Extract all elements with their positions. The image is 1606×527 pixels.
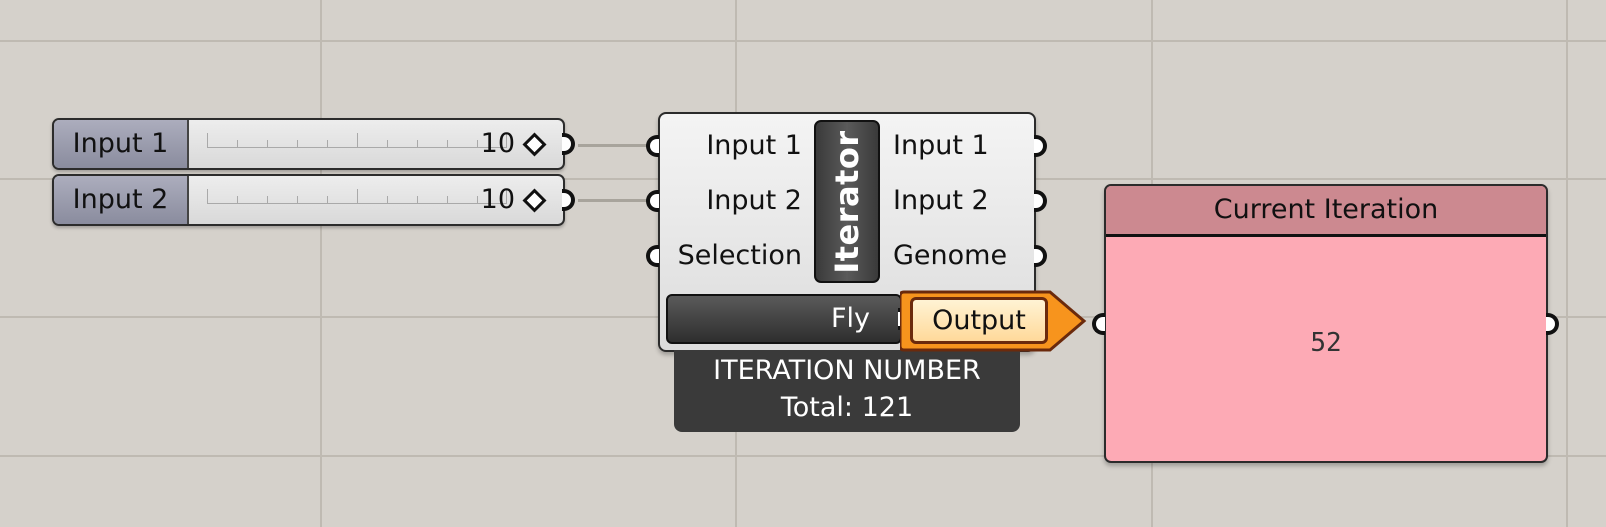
input-label-input-2: Input 2 xyxy=(706,185,802,216)
number-slider-input-2[interactable]: Input 2 10 xyxy=(52,174,575,226)
slider-value: 10 xyxy=(480,184,515,215)
caption-line-2: Total: 121 xyxy=(780,392,914,423)
grasshopper-canvas[interactable]: Input 1 10 Input 2 10 Input 1 Input 2 Se… xyxy=(0,0,1606,527)
output-label-input-2: Input 2 xyxy=(893,185,989,216)
slider-track[interactable] xyxy=(207,187,507,204)
input-label-input-1: Input 1 xyxy=(706,130,802,161)
grid-line xyxy=(320,0,322,527)
wire-input-2[interactable] xyxy=(578,199,654,202)
output-tag-label: Output xyxy=(910,297,1048,344)
output-port-input-1[interactable] xyxy=(1034,135,1047,157)
slider-grip-icon[interactable] xyxy=(522,188,547,213)
input-port-selection[interactable] xyxy=(646,245,659,267)
input-label-selection: Selection xyxy=(677,240,802,271)
panel-current-iteration[interactable]: Current Iteration 52 xyxy=(1092,184,1559,463)
grid-line xyxy=(1566,0,1568,527)
output-port-input-2[interactable] xyxy=(1034,190,1047,212)
input-port-input-2[interactable] xyxy=(646,190,659,212)
output-port-genome[interactable] xyxy=(1034,245,1047,267)
slider-grip-icon[interactable] xyxy=(522,132,547,157)
slider-track[interactable] xyxy=(207,131,507,148)
slider-label: Input 1 xyxy=(54,120,189,168)
component-title: Iterator xyxy=(828,129,866,274)
panel-title: Current Iteration xyxy=(1106,186,1546,237)
panel-input-port[interactable] xyxy=(1092,313,1105,335)
output-port[interactable] xyxy=(562,133,575,155)
fly-button[interactable]: Fly xyxy=(666,294,902,344)
output-tag[interactable]: Output xyxy=(900,288,1090,354)
caption-line-1: ITERATION NUMBER xyxy=(713,355,981,386)
wire-input-1[interactable] xyxy=(578,144,654,147)
output-label-genome: Genome xyxy=(893,240,1008,271)
panel-value: 52 xyxy=(1310,328,1342,358)
grid-line xyxy=(0,40,1606,42)
number-slider-input-1[interactable]: Input 1 10 xyxy=(52,118,575,170)
input-port-input-1[interactable] xyxy=(646,135,659,157)
component-title-band: Iterator xyxy=(814,120,880,283)
output-label-input-1: Input 1 xyxy=(893,130,989,161)
component-caption-tag: ITERATION NUMBER Total: 121 xyxy=(674,350,1020,432)
slider-label: Input 2 xyxy=(54,176,189,224)
output-port[interactable] xyxy=(562,189,575,211)
slider-value: 10 xyxy=(480,128,515,159)
fly-label: Fly xyxy=(830,303,870,334)
